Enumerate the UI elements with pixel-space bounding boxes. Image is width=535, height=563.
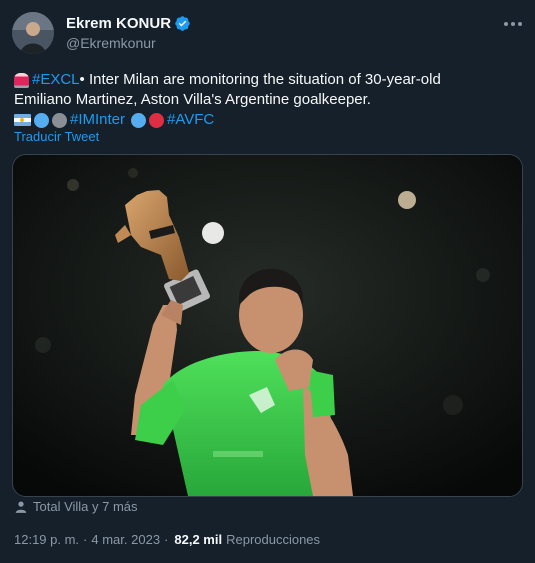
tweet-line-1: #EXCL • Inter Milan are monitoring the s… — [14, 70, 522, 90]
translate-tweet-link[interactable]: Traducir Tweet — [14, 129, 99, 144]
tweet: Ekrem KONUR @Ekremkonur #EXCL • Inter Mi… — [0, 0, 535, 563]
tweet-text: #EXCL • Inter Milan are monitoring the s… — [14, 70, 522, 130]
tweet-line-2-text: Emiliano Martinez, Aston Villa's Argenti… — [14, 91, 371, 108]
views-label: Reproducciones — [226, 532, 321, 547]
tweet-line-3: #IMInter #AVFC — [14, 110, 522, 130]
hashtag-excl[interactable]: #EXCL — [32, 70, 80, 90]
siren-emoji-icon — [14, 72, 29, 88]
author-name[interactable]: Ekrem KONUR — [66, 15, 191, 32]
hashtag-iminter[interactable]: #IMInter — [70, 110, 125, 130]
meta-separator-2: · — [164, 532, 169, 547]
blue-circle-icon — [34, 112, 49, 128]
author-name-text[interactable]: Ekrem KONUR — [66, 15, 171, 32]
views-count: 82,2 mil — [174, 532, 223, 547]
more-options-icon — [504, 22, 508, 26]
tweet-line-2: Emiliano Martinez, Aston Villa's Argenti… — [14, 90, 522, 110]
tweet-line-1-text: • Inter Milan are monitoring the situati… — [79, 71, 441, 88]
tagged-people-text[interactable]: Total Villa y 7 más — [33, 499, 138, 514]
verified-badge-icon — [175, 16, 190, 31]
meta-separator: · — [83, 532, 88, 547]
more-options-button[interactable] — [503, 16, 523, 32]
tweet-date[interactable]: 4 mar. 2023 — [91, 532, 160, 547]
tweet-photo[interactable] — [12, 154, 523, 497]
hashtag-avfc[interactable]: #AVFC — [167, 110, 214, 130]
avatar[interactable] — [12, 12, 54, 54]
author-handle[interactable]: @Ekremkonur — [66, 35, 156, 51]
person-icon — [15, 500, 27, 513]
tweet-meta: 12:19 p. m. · 4 mar. 2023 · 82,2 mil Rep… — [14, 532, 320, 547]
gray-circle-icon — [52, 112, 67, 128]
argentina-flag-icon — [14, 114, 31, 126]
tagged-people[interactable]: Total Villa y 7 más — [14, 499, 138, 514]
red-circle-icon — [149, 112, 165, 128]
tweet-time[interactable]: 12:19 p. m. — [14, 532, 79, 547]
blue-circle-icon — [131, 112, 147, 128]
